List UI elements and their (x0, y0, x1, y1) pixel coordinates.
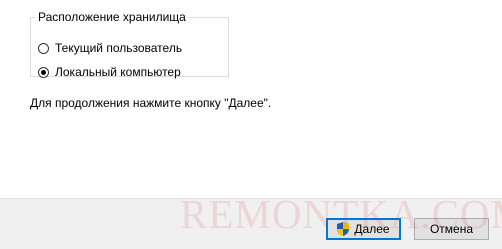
radio-button-unchecked[interactable] (38, 42, 49, 54)
next-button[interactable]: Далее (326, 218, 401, 240)
radio-local-machine[interactable]: Локальный компьютер (38, 63, 181, 81)
cancel-button[interactable]: Отмена (414, 218, 489, 240)
radio-button-checked[interactable] (38, 66, 49, 78)
next-button-label: Далее (354, 222, 390, 236)
radio-local-machine-label[interactable]: Локальный компьютер (55, 65, 181, 79)
store-location-group: Расположение хранилища Текущий пользоват… (30, 10, 229, 79)
cancel-button-label: Отмена (429, 222, 474, 236)
uac-shield-icon (337, 222, 350, 236)
radio-current-user-label[interactable]: Текущий пользователь (55, 41, 182, 55)
wizard-content: Расположение хранилища Текущий пользоват… (0, 0, 502, 198)
continue-hint: Для продолжения нажмите кнопку "Далее". (30, 96, 272, 110)
wizard-footer: Далее Отмена (0, 198, 502, 249)
radio-current-user[interactable]: Текущий пользователь (38, 39, 182, 57)
store-location-label: Расположение хранилища (38, 10, 186, 24)
